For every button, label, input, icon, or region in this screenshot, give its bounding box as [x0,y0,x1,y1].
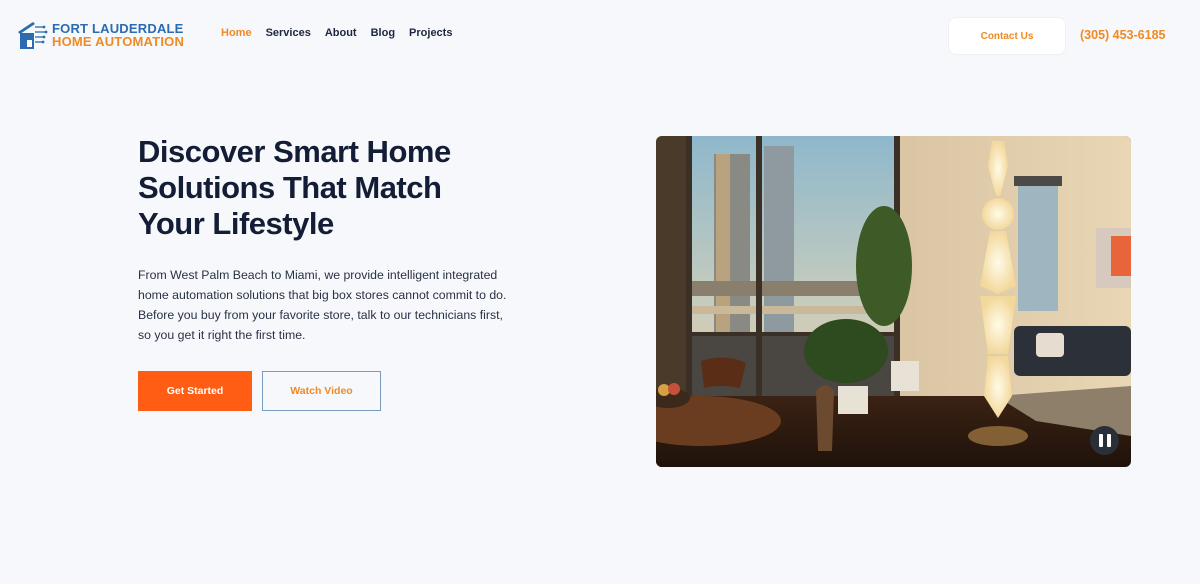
pause-button[interactable] [1090,426,1119,455]
nav-item-services[interactable]: Services [266,27,311,39]
pause-icon-bar [1106,434,1111,447]
watch-video-button[interactable]: Watch Video [262,371,381,411]
nav-item-home[interactable]: Home [221,27,252,39]
nav-item-blog[interactable]: Blog [371,27,395,39]
hero-title: Discover Smart Home Solutions That Match… [138,134,451,241]
get-started-button[interactable]: Get Started [138,371,252,411]
main-nav: Home Services About Blog Projects [221,27,452,39]
logo-line-2: HOME AUTOMATION [52,34,185,49]
logo-text: FORT LAUDERDALE HOME AUTOMATION [52,22,184,48]
phone-link[interactable]: (305) 453-6185 [1080,28,1165,42]
site-header: FORT LAUDERDALE HOME AUTOMATION Home Ser… [0,0,1200,72]
house-circuit-icon [18,22,48,49]
hero-description: From West Palm Beach to Miami, we provid… [138,268,507,342]
nav-item-projects[interactable]: Projects [409,27,452,39]
logo[interactable]: FORT LAUDERDALE HOME AUTOMATION [16,20,184,50]
nav-item-about[interactable]: About [325,27,357,39]
pause-icon [1098,434,1103,447]
interior-scene-image [656,136,1131,467]
contact-us-button[interactable]: Contact Us [948,17,1066,55]
hero-video[interactable] [656,136,1131,467]
